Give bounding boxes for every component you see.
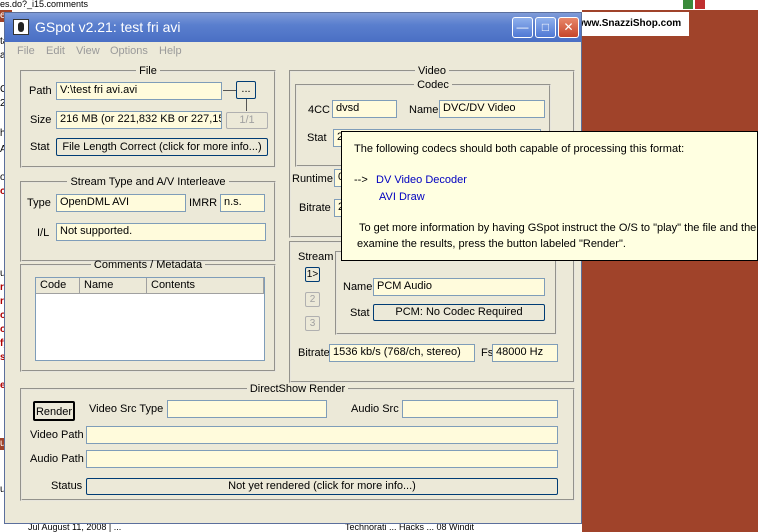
menu-view[interactable]: View — [76, 45, 100, 57]
render-button[interactable]: Render — [33, 401, 75, 421]
codec-legend: Codec — [417, 79, 449, 91]
maximize-icon: □ — [541, 20, 550, 34]
stream-button-1[interactable]: 1> — [305, 267, 320, 282]
stat-label: Stat — [30, 141, 50, 153]
maximize-button[interactable]: □ — [535, 17, 556, 38]
type-field[interactable]: OpenDML AVI — [56, 194, 186, 212]
stream-type-legend: Stream Type and A/V Interleave — [70, 176, 226, 188]
audio-src-field[interactable] — [402, 400, 558, 418]
column-header-code[interactable]: Code — [36, 278, 80, 294]
part-indicator: 1/1 — [226, 112, 268, 129]
connector-line — [246, 99, 247, 111]
stream-button-3[interactable]: 3 — [305, 316, 320, 331]
connector-line — [223, 90, 236, 91]
video-src-type-field[interactable] — [167, 400, 327, 418]
audio-bitrate-field[interactable]: 1536 kb/s (768/ch, stereo) — [329, 344, 475, 362]
audio-bitrate-label: Bitrate — [298, 347, 330, 359]
app-icon — [13, 19, 29, 35]
audio-name-label: Name — [343, 281, 373, 293]
audio-stat-button[interactable]: PCM: No Codec Required — [373, 304, 545, 321]
browse-button[interactable]: ... — [236, 81, 256, 99]
gspot-window: GSpot v2.21: test fri avi — □ ✕ File Edi… — [4, 12, 582, 524]
minimize-icon: — — [516, 20, 529, 34]
status-label: Status — [51, 480, 83, 492]
file-legend: File — [139, 65, 157, 77]
column-header-contents[interactable]: Contents — [147, 278, 264, 294]
background-brown-panel — [582, 10, 758, 532]
fourcc-label: 4CC — [308, 104, 331, 116]
tooltip-instruction: To get more information by having GSpot … — [359, 222, 758, 234]
column-header-name[interactable]: Name — [80, 278, 147, 294]
address-bar-buttons — [683, 0, 723, 10]
path-field[interactable]: V:\test fri avi.avi — [56, 82, 222, 100]
stream-label: Stream — [296, 251, 336, 263]
video-name-label: Name — [409, 104, 439, 116]
size-label: Size — [30, 114, 52, 126]
comments-list[interactable]: Code Name Contents — [35, 277, 265, 361]
stream-button-2[interactable]: 2 — [305, 292, 320, 307]
menu-bar: File Edit View Options Help — [5, 42, 581, 62]
menu-edit[interactable]: Edit — [46, 45, 65, 57]
audio-name-field[interactable]: PCM Audio — [373, 278, 545, 296]
audio-path-label: Audio Path — [30, 453, 84, 465]
close-icon: ✕ — [563, 20, 574, 34]
menu-options[interactable]: Options — [110, 45, 148, 57]
path-label: Path — [29, 85, 52, 97]
type-label: Type — [27, 197, 51, 209]
audio-src-label: Audio Src — [351, 403, 399, 415]
audio-path-field[interactable] — [86, 450, 558, 468]
title-bar[interactable]: GSpot v2.21: test fri avi — □ ✕ — [5, 13, 581, 42]
banner-ad[interactable]: www.SnazziShop.com — [572, 12, 689, 36]
video-path-label: Video Path — [30, 429, 84, 441]
close-button[interactable]: ✕ — [558, 17, 579, 38]
menu-help[interactable]: Help — [159, 45, 182, 57]
tooltip-instruction-cont: examine the results, press the button la… — [357, 238, 626, 250]
video-path-field[interactable] — [86, 426, 558, 444]
audio-stat-label: Stat — [350, 307, 370, 319]
il-field[interactable]: Not supported. — [56, 223, 266, 241]
tooltip-arrow: --> — [354, 174, 368, 186]
video-legend: Video — [418, 65, 446, 77]
comments-legend: Comments / Metadata — [93, 259, 203, 271]
tooltip-intro: The following codecs should both capable… — [354, 143, 685, 155]
stream-type-group: Stream Type and A/V Interleave — [20, 176, 276, 262]
minimize-button[interactable]: — — [512, 17, 533, 38]
video-bitrate-label: Bitrate — [299, 202, 331, 214]
il-label: I/L — [37, 227, 50, 239]
imrr-label: IMRR — [189, 197, 218, 209]
tooltip-codec-1: DV Video Decoder — [376, 174, 467, 186]
codec-tooltip: The following codecs should both capable… — [341, 131, 758, 261]
video-name-field[interactable]: DVC/DV Video — [439, 100, 545, 118]
video-src-type-label: Video Src Type — [89, 403, 164, 415]
background-address-bar: es.do?_i15.comments — [0, 0, 758, 10]
runtime-label: Runtime — [292, 173, 333, 185]
directshow-legend: DirectShow Render — [249, 383, 346, 395]
tooltip-codec-2: AVI Draw — [379, 191, 425, 203]
file-stat-button[interactable]: File Length Correct (click for more info… — [56, 138, 268, 156]
window-title: GSpot v2.21: test fri avi — [35, 19, 181, 35]
render-status-button[interactable]: Not yet rendered (click for more info...… — [86, 478, 558, 495]
imrr-field[interactable]: n.s. — [220, 194, 265, 212]
address-fragment: es.do?_i15.comments — [0, 0, 89, 9]
fs-field[interactable]: 48000 Hz — [492, 344, 558, 362]
fourcc-field[interactable]: dvsd — [332, 100, 397, 118]
size-field[interactable]: 216 MB (or 221,832 KB or 227,15 — [56, 111, 222, 129]
video-stat-label: Stat — [307, 132, 327, 144]
menu-file[interactable]: File — [17, 45, 35, 57]
